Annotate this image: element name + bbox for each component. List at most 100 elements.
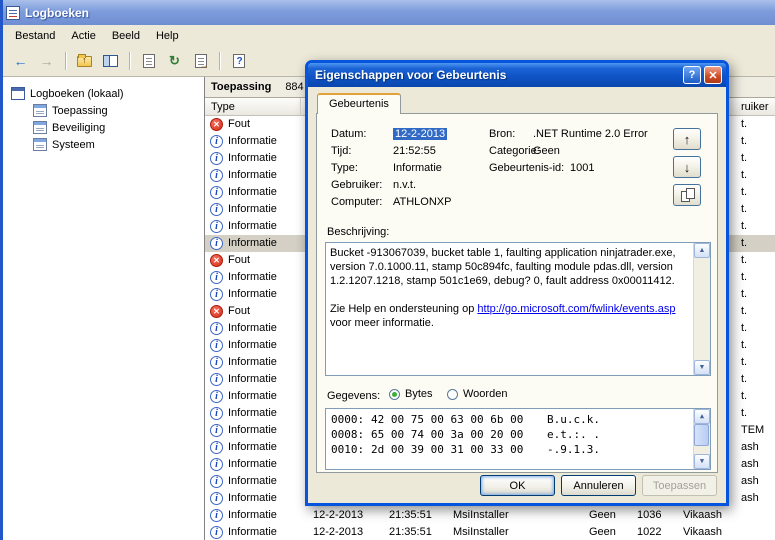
type-cell: i Informatie <box>205 456 277 473</box>
menu-beeld[interactable]: Beeld <box>104 28 148 44</box>
event-gebruiker-partial: t. <box>741 152 748 164</box>
event-tijd: 21:35:51 <box>389 509 432 521</box>
datum-label: Datum: <box>331 128 367 140</box>
show-hide-tree-button[interactable] <box>99 50 122 72</box>
properties-button[interactable] <box>137 50 160 72</box>
next-event-button[interactable]: ↓ <box>673 156 701 178</box>
event-row[interactable]: i Informatie 12-2-2013 21:35:51 MsiInstaller… <box>205 524 775 540</box>
radio-selected-icon <box>389 388 400 400</box>
information-icon: i <box>210 373 223 386</box>
event-type: Informatie <box>228 441 277 453</box>
dialog-close-button[interactable]: ✕ <box>704 66 722 84</box>
information-icon: i <box>210 203 223 216</box>
hex-ascii: -.9.1.3. <box>547 443 600 456</box>
information-icon: i <box>210 152 223 165</box>
event-type: Informatie <box>228 458 277 470</box>
scroll-down-icon[interactable]: ▼ <box>694 454 710 469</box>
information-icon: i <box>210 526 223 539</box>
information-icon: i <box>210 492 223 505</box>
scroll-up-icon[interactable]: ▲ <box>694 409 710 424</box>
dialog-help-button[interactable]: ? <box>683 66 701 84</box>
menu-help[interactable]: Help <box>148 28 187 44</box>
down-arrow-icon: ↓ <box>683 159 691 175</box>
toolbar-separator <box>219 52 220 70</box>
help-button[interactable] <box>227 50 250 72</box>
scroll-track[interactable] <box>694 258 710 360</box>
tijd-label: Tijd: <box>331 145 352 157</box>
event-row[interactable]: i Informatie 12-2-2013 21:35:51 MsiInstaller… <box>205 507 775 524</box>
type-cell: ✕ Fout <box>205 116 250 133</box>
forward-button[interactable]: → <box>35 50 58 72</box>
tree-item-toepassing[interactable]: Toepassing <box>3 102 204 119</box>
ok-button[interactable]: OK <box>480 475 555 496</box>
scroll-thumb[interactable] <box>694 424 709 446</box>
hex-scrollbar[interactable]: ▲ ▼ <box>693 409 710 469</box>
event-gebruiker-partial: t. <box>741 220 748 232</box>
menu-bestand[interactable]: Bestand <box>7 28 63 44</box>
copy-event-button[interactable] <box>673 184 701 206</box>
event-gebruiker-partial: t. <box>741 135 748 147</box>
properties-icon <box>142 54 155 68</box>
column-header-gebruiker-partial[interactable]: ruiker <box>741 98 769 116</box>
copy-icon <box>680 188 695 202</box>
event-gebruiker-partial: ash <box>741 492 759 504</box>
previous-event-button[interactable]: ↑ <box>673 128 701 150</box>
error-icon: ✕ <box>210 118 223 131</box>
result-pane-count: 884 <box>285 81 304 93</box>
event-type: Informatie <box>228 135 277 147</box>
information-icon: i <box>210 271 223 284</box>
tree-item-systeem[interactable]: Systeem <box>3 136 204 153</box>
tree-item-root[interactable]: Logboeken (lokaal) <box>3 85 204 102</box>
up-level-button[interactable] <box>73 50 96 72</box>
type-cell: i Informatie <box>205 354 277 371</box>
description-box[interactable]: Bucket -913067039, bucket table 1, fault… <box>325 242 711 376</box>
event-type: Fout <box>228 305 251 317</box>
event-categorie: Geen <box>589 526 616 538</box>
event-type: Fout <box>228 118 251 130</box>
hex-bytes: 65 00 74 00 3a 00 20 00 <box>371 428 524 441</box>
event-type: Informatie <box>228 424 277 436</box>
error-icon: ✕ <box>210 254 223 267</box>
toepassen-button[interactable]: Toepassen <box>642 475 717 496</box>
information-icon: i <box>210 169 223 182</box>
type-label: Type: <box>331 162 358 174</box>
type-cell: i Informatie <box>205 507 277 524</box>
event-type: Informatie <box>228 373 277 385</box>
dialog-titlebar[interactable]: Eigenschappen voor Gebeurtenis ? ✕ <box>308 63 726 87</box>
error-icon: ✕ <box>210 305 223 318</box>
tab-gebeurtenis[interactable]: Gebeurtenis <box>317 93 401 114</box>
scroll-up-icon[interactable]: ▲ <box>694 243 710 258</box>
event-type: Informatie <box>228 390 277 402</box>
radio-bytes[interactable]: Bytes <box>389 388 433 400</box>
event-type: Fout <box>228 254 251 266</box>
tab-page-gebeurtenis: Datum: 12-2-2013 Bron: .NET Runtime 2.0 … <box>316 113 718 473</box>
event-gebruiker-partial: t. <box>741 254 748 266</box>
menu-actie[interactable]: Actie <box>63 28 103 44</box>
column-header-type[interactable]: Type <box>205 98 301 116</box>
event-type: Informatie <box>228 288 277 300</box>
hex-data-box[interactable]: 0000: 42 00 75 00 63 00 6b 00 B.u.c.k. 0008… <box>325 408 711 470</box>
description-scrollbar[interactable]: ▲ ▼ <box>693 243 710 375</box>
type-cell: i Informatie <box>205 473 277 490</box>
scroll-down-glyph: ▼ <box>698 364 706 371</box>
hex-offset: 0010: <box>331 443 365 456</box>
logboeken-window: Logboeken BestandActieBeeldHelp ← → ↻ Logb… <box>0 0 775 540</box>
event-datum: 12-2-2013 <box>313 526 364 538</box>
radio-woorden[interactable]: Woorden <box>447 388 507 400</box>
annuleren-button[interactable]: Annuleren <box>561 475 636 496</box>
back-button[interactable]: ← <box>9 50 32 72</box>
event-gebruiker-partial: t. <box>741 390 748 402</box>
datum-value: 12-2-2013 <box>393 128 448 140</box>
scroll-down-icon[interactable]: ▼ <box>694 360 710 375</box>
events-link[interactable]: http://go.microsoft.com/fwlink/events.as… <box>477 303 675 315</box>
window-titlebar[interactable]: Logboeken <box>3 0 775 25</box>
refresh-button[interactable]: ↻ <box>163 50 186 72</box>
tree-item-beveiliging[interactable]: Beveiliging <box>3 119 204 136</box>
scroll-track[interactable] <box>694 424 710 454</box>
type-cell: i Informatie <box>205 337 277 354</box>
hex-line: 0000: 42 00 75 00 63 00 6b 00 B.u.c.k. <box>331 412 690 427</box>
export-list-button[interactable] <box>189 50 212 72</box>
type-cell: i Informatie <box>205 184 277 201</box>
event-gebruiker-partial: t. <box>741 288 748 300</box>
beschrijving-label: Beschrijving: <box>327 226 390 238</box>
